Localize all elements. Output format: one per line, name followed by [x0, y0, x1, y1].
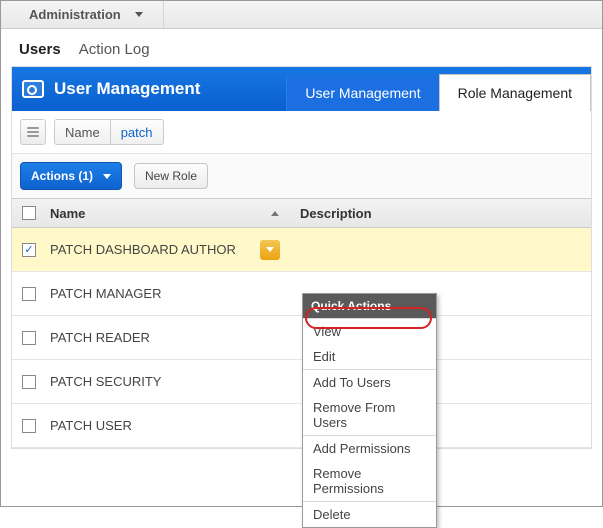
header-col-name[interactable]: Name	[46, 206, 284, 221]
chevron-down-icon	[135, 12, 143, 17]
menu-remove-permissions[interactable]: Remove Permissions	[303, 461, 436, 501]
tab-role-management[interactable]: Role Management	[439, 74, 591, 111]
topnav-administration[interactable]: Administration	[9, 1, 164, 28]
sub-nav: Users Action Log	[1, 29, 602, 66]
menu-edit[interactable]: Edit	[303, 344, 436, 369]
row-name: PATCH MANAGER	[50, 286, 161, 301]
row-name: PATCH SECURITY	[50, 374, 161, 389]
panel-title: User Management	[22, 67, 286, 111]
chevron-down-icon	[103, 174, 111, 179]
menu-add-permissions[interactable]: Add Permissions	[303, 436, 436, 461]
header-col-description[interactable]: Description	[284, 206, 591, 221]
checkbox-icon	[22, 287, 36, 301]
top-toolbar: Administration	[1, 1, 602, 29]
checkbox-icon	[22, 331, 36, 345]
list-icon	[27, 127, 39, 137]
header-desc-label: Description	[300, 206, 372, 221]
table-row[interactable]: PATCH DASHBOARD AUTHOR	[12, 228, 591, 272]
menu-remove-from-users[interactable]: Remove From Users	[303, 395, 436, 435]
user-card-icon	[22, 80, 44, 98]
header-name-label: Name	[50, 206, 85, 221]
filter-field-label: Name	[55, 120, 111, 144]
menu-delete[interactable]: Delete	[303, 502, 436, 527]
row-checkbox[interactable]	[12, 419, 46, 433]
new-role-button[interactable]: New Role	[134, 163, 208, 189]
topnav-label: Administration	[29, 7, 121, 22]
row-name: PATCH DASHBOARD AUTHOR	[50, 242, 236, 257]
filter-bar: Name patch	[12, 111, 591, 154]
row-actions-toggle[interactable]	[260, 240, 280, 260]
actions-button-label: Actions (1)	[31, 169, 93, 183]
checkbox-icon	[22, 206, 36, 220]
chevron-down-icon	[266, 247, 274, 252]
checkbox-icon	[22, 375, 36, 389]
tab-user-management[interactable]: User Management	[286, 75, 438, 111]
quick-actions-title: Quick Actions	[303, 294, 436, 318]
action-bar: Actions (1) New Role	[12, 154, 591, 198]
subnav-actionlog[interactable]: Action Log	[79, 41, 150, 58]
list-view-button[interactable]	[20, 119, 46, 145]
grid-header: Name Description	[12, 198, 591, 228]
panel-tabs: User Management Role Management	[286, 67, 591, 111]
subnav-users[interactable]: Users	[19, 41, 61, 58]
row-name: PATCH USER	[50, 418, 132, 433]
header-select-all[interactable]	[12, 206, 46, 220]
row-checkbox[interactable]	[12, 243, 46, 257]
checkbox-icon	[22, 419, 36, 433]
row-checkbox[interactable]	[12, 375, 46, 389]
row-checkbox[interactable]	[12, 287, 46, 301]
menu-add-to-users[interactable]: Add To Users	[303, 370, 436, 395]
checkbox-icon	[22, 243, 36, 257]
row-checkbox[interactable]	[12, 331, 46, 345]
sort-asc-icon	[266, 211, 284, 216]
quick-actions-menu: Quick Actions View Edit Add To Users Rem…	[302, 293, 437, 528]
filter-token-name[interactable]: Name patch	[54, 119, 164, 145]
actions-button[interactable]: Actions (1)	[20, 162, 122, 190]
panel-header: User Management User Management Role Man…	[12, 67, 591, 111]
panel-title-text: User Management	[54, 79, 200, 99]
filter-value: patch	[111, 120, 163, 144]
menu-view[interactable]: View	[303, 319, 436, 344]
row-name: PATCH READER	[50, 330, 150, 345]
